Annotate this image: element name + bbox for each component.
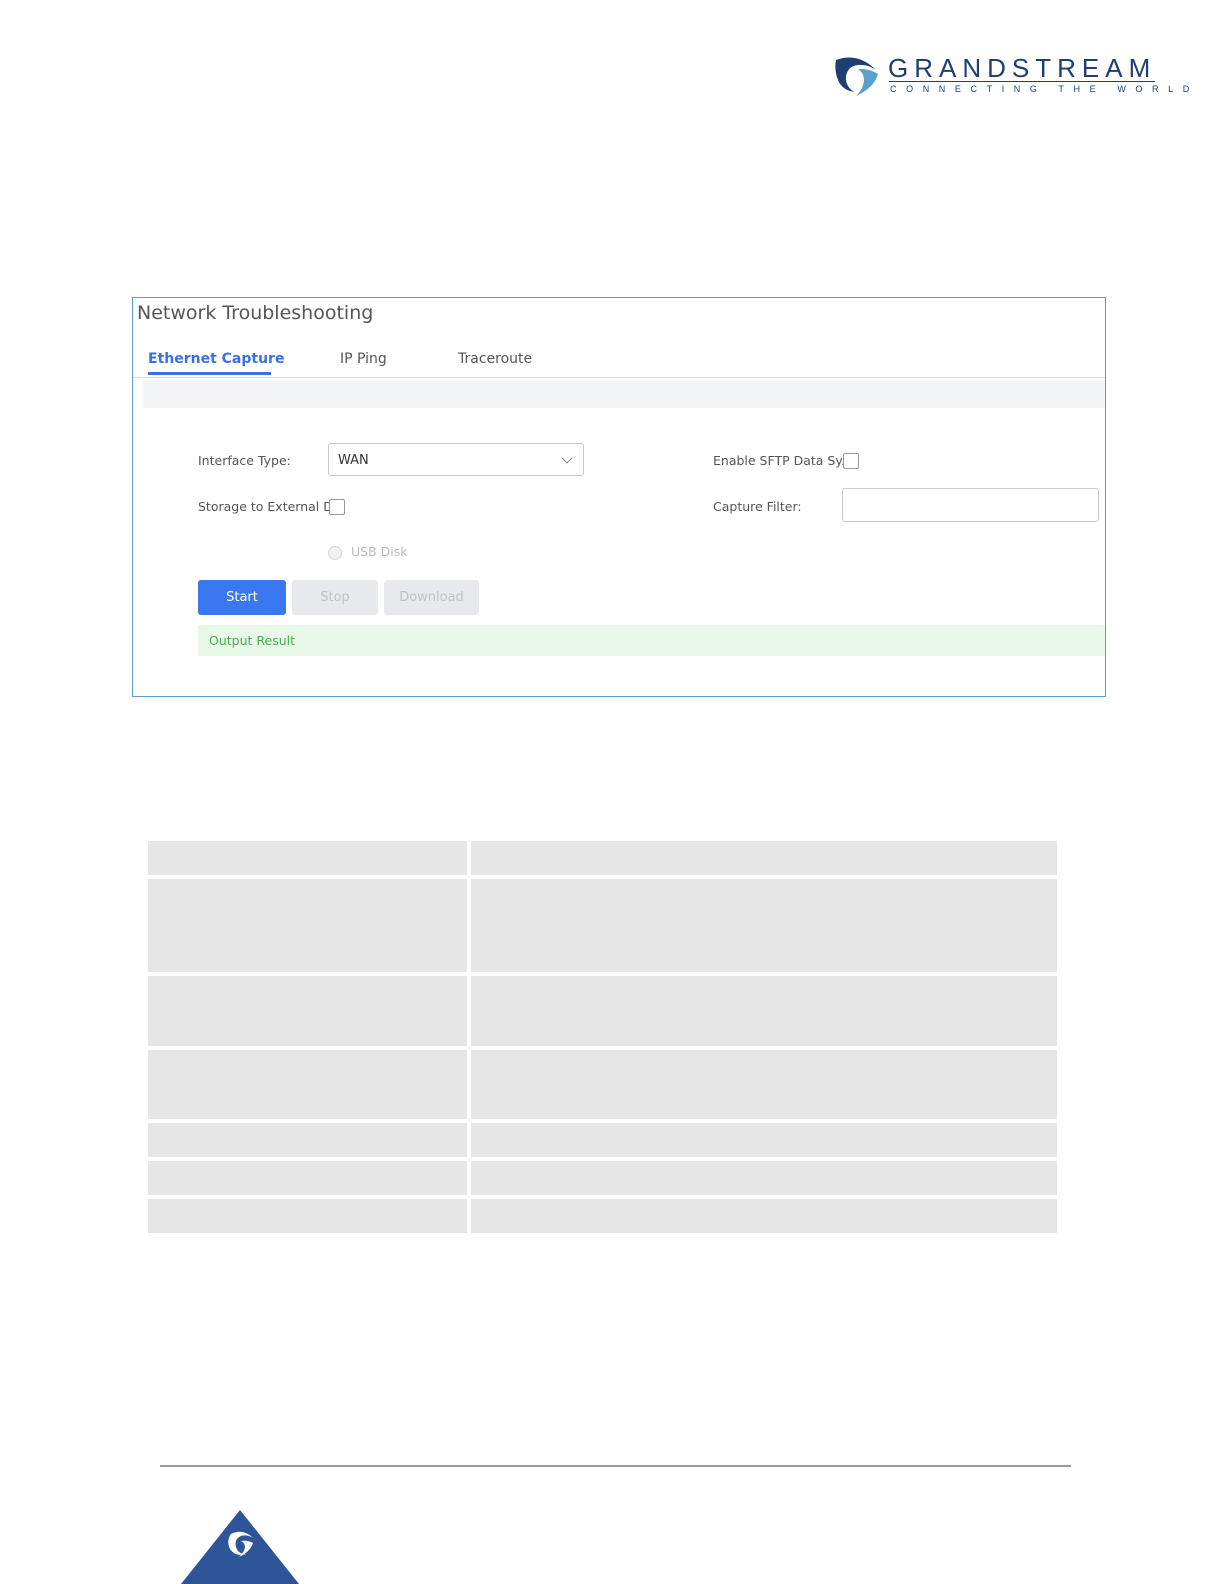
output-result-box: Output Result	[198, 625, 1105, 656]
table-cell	[471, 841, 1057, 875]
brand-divider	[889, 81, 1155, 82]
table-row	[148, 1161, 1057, 1195]
enable-sftp-label: Enable SFTP Data Sy...	[713, 453, 853, 468]
table-row	[148, 976, 1057, 1046]
interface-type-select[interactable]: WAN	[328, 443, 584, 476]
grandstream-logo-icon	[835, 57, 878, 96]
table-cell	[148, 879, 467, 972]
page-title: Network Troubleshooting	[137, 302, 374, 324]
content-header-band	[143, 380, 1105, 408]
table-cell	[471, 1050, 1057, 1119]
interface-type-value: WAN	[338, 453, 369, 468]
table-row	[148, 879, 1057, 972]
table-cell	[148, 1161, 467, 1195]
usb-disk-label: USB Disk	[351, 544, 408, 559]
storage-external-label: Storage to External D..	[198, 499, 341, 514]
table-cell	[148, 1050, 467, 1119]
table-cell	[471, 1199, 1057, 1233]
tab-ip-ping[interactable]: IP Ping	[340, 351, 387, 367]
storage-external-checkbox[interactable]	[329, 499, 345, 515]
table-cell	[148, 1199, 467, 1233]
table-row	[148, 841, 1057, 875]
tab-ethernet-capture[interactable]: Ethernet Capture	[148, 351, 284, 367]
table-row	[148, 1199, 1057, 1233]
capture-filter-label: Capture Filter:	[713, 499, 802, 514]
network-troubleshooting-panel: Network Troubleshooting Ethernet Capture…	[132, 297, 1106, 697]
table-cell	[471, 1161, 1057, 1195]
tab-traceroute[interactable]: Traceroute	[458, 351, 532, 367]
footer-logo-icon	[181, 1510, 299, 1584]
footer-divider	[160, 1465, 1071, 1467]
stop-button[interactable]: Stop	[292, 580, 378, 615]
table-cell	[471, 1123, 1057, 1157]
chevron-down-icon	[561, 452, 573, 464]
table-row	[148, 1050, 1057, 1119]
active-tab-indicator	[148, 372, 271, 375]
brand-tagline: CONNECTING THE WORLD	[890, 84, 1199, 94]
output-result-label: Output Result	[209, 633, 296, 648]
table-cell	[148, 1123, 467, 1157]
interface-type-label: Interface Type:	[198, 453, 291, 468]
grandstream-logo: GRANDSTREAM CONNECTING THE WORLD	[834, 52, 1189, 102]
table-row	[148, 1123, 1057, 1157]
table-cell	[148, 976, 467, 1046]
start-button[interactable]: Start	[198, 580, 286, 615]
brand-name: GRANDSTREAM	[888, 53, 1157, 83]
enable-sftp-checkbox[interactable]	[843, 453, 859, 469]
download-button[interactable]: Download	[384, 580, 479, 615]
table-cell	[471, 879, 1057, 972]
usb-disk-radio[interactable]	[328, 546, 342, 560]
tab-bar: Ethernet Capture IP Ping Traceroute	[133, 342, 1105, 378]
table-cell	[148, 841, 467, 875]
capture-filter-input[interactable]	[842, 488, 1099, 522]
table-cell	[471, 976, 1057, 1046]
